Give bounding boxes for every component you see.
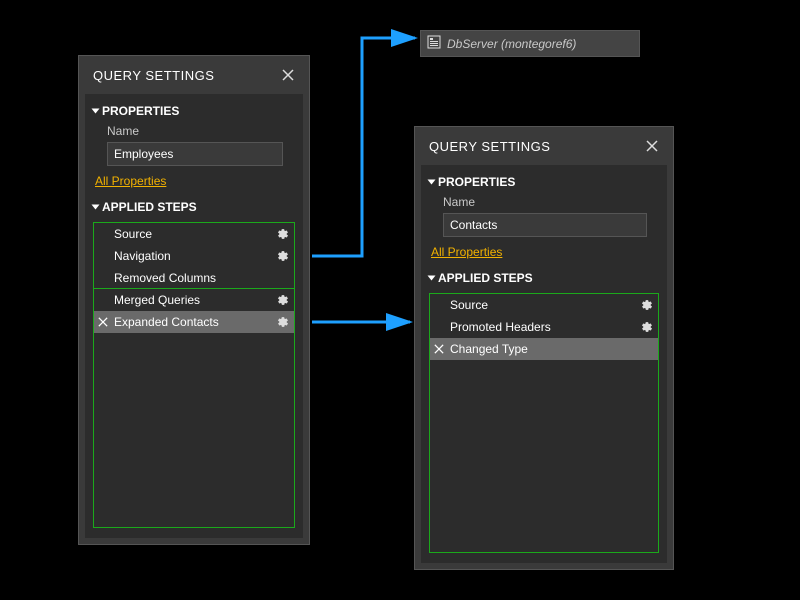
applied-step[interactable]: Changed Type	[430, 338, 658, 360]
close-icon[interactable]	[279, 66, 297, 84]
query-name-input[interactable]	[107, 142, 283, 166]
step-label: Removed Columns	[112, 271, 272, 285]
step-label: Promoted Headers	[448, 320, 636, 334]
name-label: Name	[107, 124, 295, 138]
gear-icon[interactable]	[272, 228, 294, 240]
section-label-text: PROPERTIES	[102, 104, 179, 118]
query-name-input[interactable]	[443, 213, 647, 237]
gear-icon[interactable]	[272, 250, 294, 262]
section-label-text: PROPERTIES	[438, 175, 515, 189]
close-icon[interactable]	[643, 137, 661, 155]
all-properties-link[interactable]: All Properties	[431, 245, 659, 259]
section-label-text: APPLIED STEPS	[102, 200, 197, 214]
applied-step[interactable]: Promoted Headers	[430, 316, 658, 338]
step-label: Expanded Contacts	[112, 315, 272, 329]
properties-section-header[interactable]: PROPERTIES	[93, 104, 295, 118]
dbserver-label: DbServer (montegoref6)	[447, 37, 576, 51]
gear-icon[interactable]	[272, 316, 294, 328]
step-marker-icon	[94, 317, 112, 327]
database-icon	[427, 35, 441, 52]
step-label: Source	[448, 298, 636, 312]
expand-icon	[92, 109, 100, 114]
step-label: Navigation	[112, 249, 272, 263]
applied-steps-section-header[interactable]: APPLIED STEPS	[429, 271, 659, 285]
applied-step[interactable]: Merged Queries	[94, 289, 294, 311]
panel-title: QUERY SETTINGS	[429, 139, 550, 154]
gear-icon[interactable]	[636, 321, 658, 333]
applied-step[interactable]: Navigation	[94, 245, 294, 267]
applied-step[interactable]: Source	[94, 223, 294, 245]
applied-steps-list: Source Navigation Removed Columns Merged Qu…	[93, 222, 295, 528]
panel-body: PROPERTIES Name All Properties APPLIED S…	[85, 94, 303, 538]
all-properties-link[interactable]: All Properties	[95, 174, 295, 188]
applied-steps-section-header[interactable]: APPLIED STEPS	[93, 200, 295, 214]
panel-header: QUERY SETTINGS	[79, 56, 309, 94]
query-settings-panel-right: QUERY SETTINGS PROPERTIES Name All Prope…	[414, 126, 674, 570]
applied-step[interactable]: Expanded Contacts	[94, 311, 294, 333]
name-label: Name	[443, 195, 659, 209]
expand-icon	[428, 180, 436, 185]
step-marker-icon	[430, 344, 448, 354]
panel-body: PROPERTIES Name All Properties APPLIED S…	[421, 165, 667, 563]
gear-icon[interactable]	[272, 294, 294, 306]
step-label: Source	[112, 227, 272, 241]
panel-header: QUERY SETTINGS	[415, 127, 673, 165]
panel-title: QUERY SETTINGS	[93, 68, 214, 83]
expand-icon	[92, 205, 100, 210]
step-label: Merged Queries	[112, 293, 272, 307]
properties-section-header[interactable]: PROPERTIES	[429, 175, 659, 189]
expand-icon	[428, 276, 436, 281]
applied-step[interactable]: Removed Columns	[94, 267, 294, 289]
gear-icon[interactable]	[636, 299, 658, 311]
applied-step[interactable]: Source	[430, 294, 658, 316]
query-settings-panel-left: QUERY SETTINGS PROPERTIES Name All Prope…	[78, 55, 310, 545]
applied-steps-list: Source Promoted Headers Changed Type	[429, 293, 659, 553]
dbserver-node[interactable]: DbServer (montegoref6)	[420, 30, 640, 57]
section-label-text: APPLIED STEPS	[438, 271, 533, 285]
step-label: Changed Type	[448, 342, 636, 356]
